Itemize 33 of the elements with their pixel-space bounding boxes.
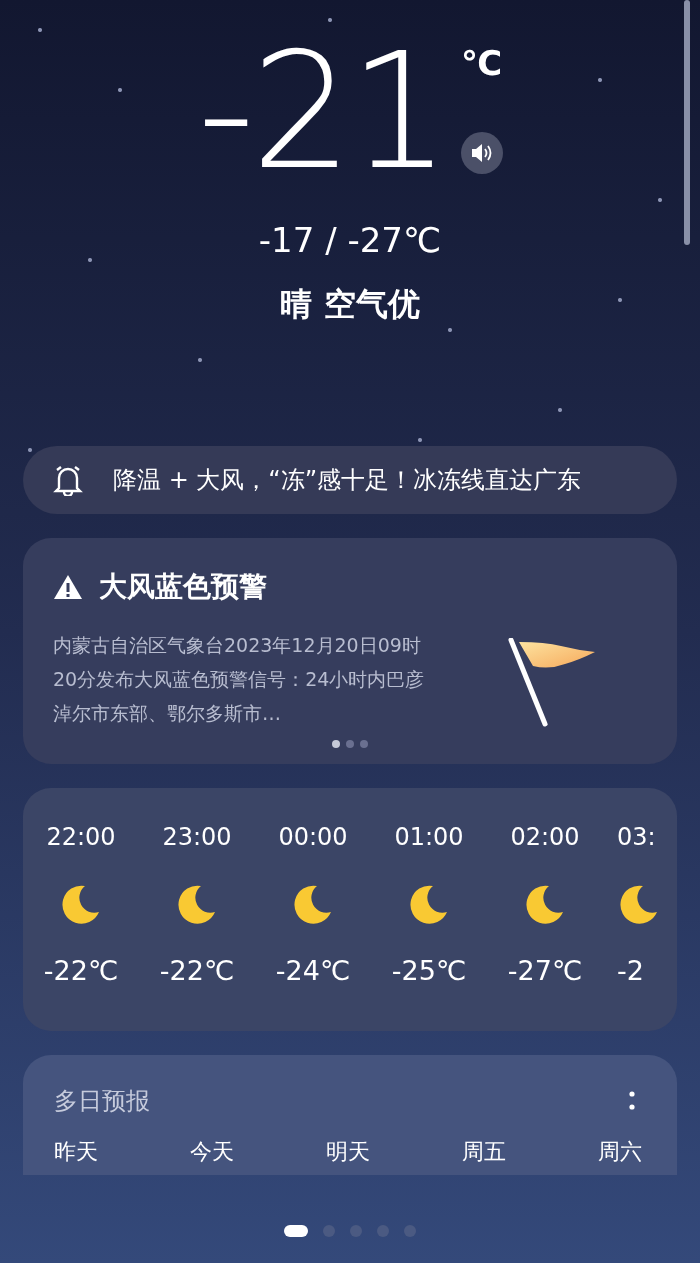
warning-icon bbox=[53, 574, 83, 600]
page-indicator[interactable] bbox=[284, 1225, 308, 1237]
forecast-day: 周五 bbox=[462, 1139, 506, 1165]
temperature-range: -17 / -27℃ bbox=[258, 219, 442, 262]
news-headline: 降温 + 大风，“冻”感十足！冰冻线直达广东 bbox=[113, 465, 582, 496]
weather-condition: 晴 空气优 bbox=[280, 284, 420, 325]
hour-time: 00:00 bbox=[278, 822, 348, 852]
temperature-unit: ℃ bbox=[461, 46, 503, 80]
hour-temperature: -24℃ bbox=[275, 954, 351, 988]
warning-card[interactable]: 大风蓝色预警 内蒙古自治区气象台2023年12月20日09时20分发布大风蓝色预警信号：24小时内巴彦淖尔市东部、鄂尔多斯市… bbox=[23, 538, 677, 764]
forecast-day: 昨天 bbox=[54, 1139, 98, 1165]
warning-description: 内蒙古自治区气象台2023年12月20日09时20分发布大风蓝色预警信号：24小时内巴彦淖尔市东部、鄂尔多斯市… bbox=[53, 633, 426, 726]
hour-time: 23:00 bbox=[162, 822, 232, 852]
hour-temperature: -25℃ bbox=[391, 954, 467, 988]
more-icon[interactable] bbox=[628, 1089, 636, 1113]
hour-temperature: -2 bbox=[617, 954, 644, 988]
hour-temperature: -22℃ bbox=[43, 954, 119, 988]
hour-time: 03: bbox=[617, 822, 656, 852]
speaker-button[interactable] bbox=[460, 132, 503, 174]
news-banner[interactable]: 降温 + 大风，“冻”感十足！冰冻线直达广东 bbox=[23, 446, 677, 514]
forecast-day: 周六 bbox=[598, 1139, 642, 1165]
hour-time: 22:00 bbox=[46, 822, 116, 852]
forecast-title: 多日预报 bbox=[54, 1086, 150, 1117]
warning-title: 大风蓝色预警 bbox=[99, 569, 267, 605]
hour-time: 02:00 bbox=[510, 822, 580, 852]
forecast-day: 明天 bbox=[326, 1139, 370, 1165]
hour-temperature: -27℃ bbox=[507, 954, 583, 988]
speaker-icon bbox=[469, 142, 494, 164]
hour-temperature: -22℃ bbox=[159, 954, 235, 988]
forecast-day: 今天 bbox=[190, 1139, 234, 1165]
hour-time: 01:00 bbox=[394, 822, 464, 852]
bell-icon bbox=[53, 464, 83, 496]
current-temperature: -21 bbox=[197, 22, 447, 202]
